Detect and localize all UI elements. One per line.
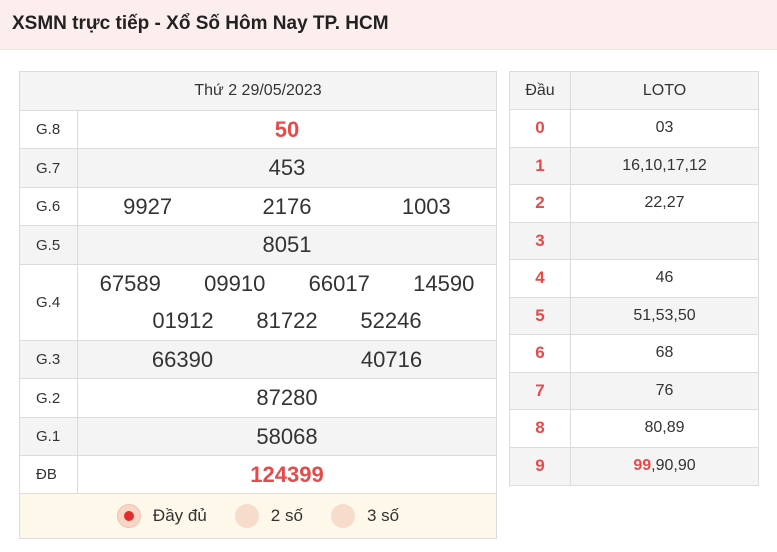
- prize-row-g4: G.4 67589 09910 66017 14590 01912 81722 …: [20, 265, 496, 341]
- loto-values: 80,89: [644, 419, 685, 437]
- loto-row: 0 03: [510, 110, 758, 148]
- prize-number: 58068: [256, 423, 318, 449]
- loto-highlight: 99: [633, 457, 652, 475]
- loto-values: [571, 223, 758, 260]
- prize-number: 66017: [308, 270, 370, 296]
- loto-values-rest: ,90,90: [651, 457, 696, 475]
- prize-number: 2176: [262, 193, 312, 219]
- loto-head: 9: [510, 447, 571, 485]
- loto-values-label: LOTO: [642, 81, 687, 99]
- radio-icon[interactable]: [330, 504, 355, 528]
- prize-number: 52246: [360, 308, 422, 334]
- prize-row-g8: G.8 50: [20, 111, 496, 149]
- page-header: XSMN trực tiếp - Xổ Số Hôm Nay TP. HCM: [0, 0, 777, 50]
- prize-number: 67589: [99, 270, 161, 296]
- prize-number: 1003: [401, 193, 451, 219]
- loto-values: 22,27: [644, 194, 685, 212]
- loto-header: Đầu LOTO: [510, 72, 758, 110]
- loto-row: 1 16,10,17,12: [510, 147, 758, 185]
- loto-head: 0: [510, 110, 571, 147]
- prize-row-g1: G.1 58068: [20, 418, 496, 456]
- loto-row: 3: [510, 222, 758, 260]
- prize-label: G.8: [20, 111, 78, 148]
- prize-number: 81722: [256, 308, 318, 334]
- loto-head: 7: [510, 372, 571, 409]
- loto-values: 51,53,50: [633, 306, 696, 324]
- results-table: Thứ 2 29/05/2023 G.8 50 G.7 453 G.6 9927…: [19, 71, 497, 539]
- loto-row: 5 51,53,50: [510, 297, 758, 335]
- prize-label: G.2: [20, 379, 78, 417]
- option-full[interactable]: Đầy đủ: [116, 504, 207, 528]
- prize-number: 50: [274, 116, 300, 142]
- prize-number: 8051: [262, 232, 312, 257]
- prize-label: G.4: [20, 265, 78, 340]
- prize-row-g2: G.2 87280: [20, 379, 496, 418]
- prize-row-g5: G.5 8051: [20, 226, 496, 265]
- loto-head: 4: [510, 260, 571, 297]
- loto-values: 99,90,90: [571, 448, 758, 486]
- radio-icon[interactable]: [234, 504, 259, 528]
- radio-selected-icon[interactable]: [116, 504, 141, 528]
- loto-head: 2: [510, 185, 571, 222]
- loto-values: 76: [655, 381, 674, 399]
- special-prize-number: 124399: [250, 461, 324, 487]
- loto-row: 9 99,90,90: [510, 447, 758, 486]
- loto-row: 2 22,27: [510, 185, 758, 223]
- prize-number: 9927: [123, 193, 173, 219]
- loto-head: 5: [510, 297, 571, 334]
- prize-row-g7: G.7 453: [20, 149, 496, 188]
- prize-label: G.7: [20, 149, 78, 187]
- prize-row-special: ĐB 124399: [20, 456, 496, 494]
- display-options: Đầy đủ 2 số 3 số: [20, 494, 496, 538]
- option-3-digits[interactable]: 3 số: [330, 504, 400, 528]
- loto-head: 1: [510, 147, 571, 184]
- page-title: XSMN trực tiếp - Xổ Số Hôm Nay TP. HCM: [12, 13, 389, 34]
- prize-number: 14590: [413, 270, 475, 296]
- option-label: Đầy đủ: [152, 506, 207, 525]
- prize-label: ĐB: [20, 456, 78, 493]
- loto-values: 03: [655, 119, 674, 137]
- prize-number: 66390: [151, 346, 214, 372]
- prize-number: 09910: [204, 270, 266, 296]
- prize-row-g6: G.6 9927 2176 1003: [20, 188, 496, 226]
- prize-number: 40716: [360, 346, 423, 372]
- loto-head: 8: [510, 410, 571, 447]
- option-label: 2 số: [270, 506, 303, 525]
- loto-table: Đầu LOTO 0 03 1 16,10,17,12 2 22,27 3 4 …: [509, 71, 759, 486]
- loto-head: 6: [510, 335, 571, 372]
- prize-number: 01912: [152, 308, 214, 334]
- option-label: 3 số: [366, 506, 400, 525]
- loto-row: 7 76: [510, 372, 758, 410]
- prize-number: 453: [268, 155, 306, 180]
- loto-values: 68: [655, 344, 674, 362]
- loto-row: 6 68: [510, 335, 758, 373]
- prize-number: 87280: [256, 385, 318, 410]
- option-2-digits[interactable]: 2 số: [234, 504, 303, 528]
- loto-values: 16,10,17,12: [622, 156, 707, 174]
- prize-row-g3: G.3 66390 40716: [20, 341, 496, 379]
- loto-row: 8 80,89: [510, 410, 758, 448]
- prize-label: G.1: [20, 418, 78, 455]
- results-date: Thứ 2 29/05/2023: [20, 72, 496, 111]
- loto-row: 4 46: [510, 260, 758, 298]
- prize-label: G.6: [20, 188, 78, 225]
- prize-label: G.3: [20, 341, 78, 378]
- loto-head: 3: [510, 222, 571, 259]
- loto-head-label: Đầu: [510, 72, 571, 109]
- prize-label: G.5: [20, 226, 78, 264]
- loto-values: 46: [655, 269, 674, 287]
